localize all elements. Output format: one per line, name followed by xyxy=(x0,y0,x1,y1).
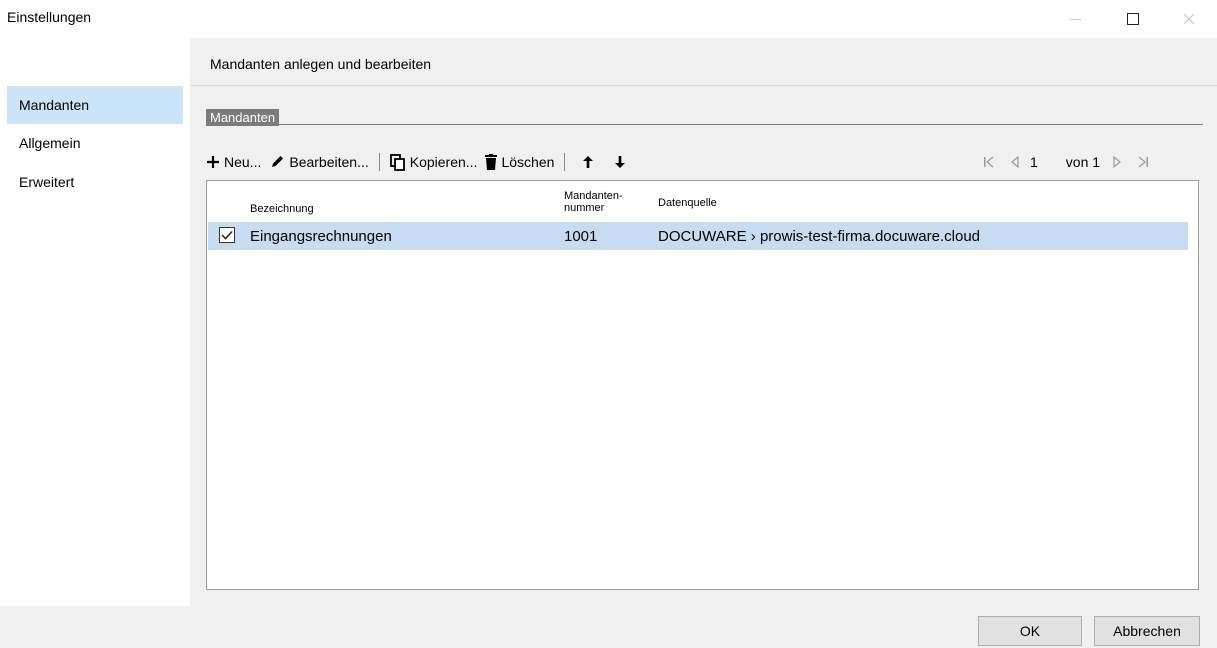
delete-button[interactable]: Löschen xyxy=(485,150,554,174)
toolbar-separator xyxy=(564,153,566,171)
dialog-footer: OK Abbrechen xyxy=(0,606,1217,648)
cell-mandantennummer: 1001 xyxy=(564,228,598,245)
first-page-icon xyxy=(984,156,994,168)
delete-button-label: Löschen xyxy=(501,154,555,170)
column-header-bezeichnung[interactable]: Bezeichnung xyxy=(250,203,314,215)
column-header-mandantennummer[interactable]: Mandanten- nummer xyxy=(564,190,623,214)
page-title: Mandanten anlegen und bearbeiten xyxy=(210,56,432,72)
pager: 1 von 1 xyxy=(982,150,1150,174)
title-bar: Einstellungen xyxy=(0,0,1217,38)
checkmark-icon xyxy=(221,230,233,240)
nav-item-label: Mandanten xyxy=(19,97,90,113)
column-header-line: Mandanten- xyxy=(564,190,623,202)
row-checkbox[interactable] xyxy=(219,227,235,243)
cell-bezeichnung: Eingangsrechnungen xyxy=(250,228,392,245)
close-button[interactable] xyxy=(1166,0,1212,38)
copy-icon xyxy=(389,153,406,171)
nav-item-erweitert[interactable]: Erweitert xyxy=(7,163,183,201)
toolbar-separator xyxy=(378,153,380,171)
new-button-label: Neu... xyxy=(224,154,262,170)
group-divider xyxy=(206,124,1203,125)
maximize-icon xyxy=(1127,13,1139,25)
arrow-up-icon xyxy=(583,156,594,168)
window-title: Einstellungen xyxy=(7,9,92,25)
new-button[interactable]: Neu... xyxy=(206,150,261,174)
grid-header: Bezeichnung Mandanten- nummer Datenquell… xyxy=(207,181,1198,221)
minimize-button[interactable] xyxy=(1052,0,1098,38)
settings-nav: Mandanten Allgemein Erweitert xyxy=(0,38,184,606)
nav-item-allgemein[interactable]: Allgemein xyxy=(7,124,183,162)
last-page-icon xyxy=(1138,156,1149,168)
cell-datenquelle: DOCUWARE › prowis-test-firma.docuware.cl… xyxy=(658,228,981,245)
next-page-icon xyxy=(1113,156,1121,168)
last-page-button[interactable] xyxy=(1136,155,1150,169)
nav-item-label: Allgemein xyxy=(19,135,81,151)
cancel-button[interactable]: Abbrechen xyxy=(1094,616,1200,646)
pencil-icon xyxy=(269,154,285,170)
table-row[interactable]: Eingangsrechnungen 1001 DOCUWARE › prowi… xyxy=(208,222,1188,250)
trash-icon xyxy=(485,154,498,170)
main-panel: Mandanten anlegen und bearbeiten Mandant… xyxy=(190,38,1217,607)
close-icon xyxy=(1183,13,1195,25)
edit-button-label: Bearbeiten... xyxy=(289,154,369,170)
previous-page-button[interactable] xyxy=(1008,155,1022,169)
edit-button[interactable]: Bearbeiten... xyxy=(269,150,369,174)
page-count-label: von 1 xyxy=(1065,154,1101,170)
move-up-button[interactable] xyxy=(583,150,597,174)
column-header-line: nummer xyxy=(564,202,605,214)
nav-item-label: Erweitert xyxy=(19,174,75,190)
arrow-down-icon xyxy=(615,156,626,168)
minimize-icon xyxy=(1069,18,1081,20)
maximize-button[interactable] xyxy=(1110,0,1156,38)
ok-button[interactable]: OK xyxy=(978,616,1082,646)
previous-page-icon xyxy=(1011,156,1019,168)
mandanten-grid[interactable]: Bezeichnung Mandanten- nummer Datenquell… xyxy=(206,180,1199,590)
page-number[interactable]: 1 xyxy=(1030,154,1038,170)
plus-icon xyxy=(206,155,220,169)
nav-item-mandanten[interactable]: Mandanten xyxy=(7,86,183,124)
copy-button[interactable]: Kopieren... xyxy=(389,150,478,174)
first-page-button[interactable] xyxy=(982,155,996,169)
panel-header: Mandanten anlegen und bearbeiten xyxy=(190,38,1217,86)
copy-button-label: Kopieren... xyxy=(409,154,478,170)
next-page-button[interactable] xyxy=(1110,155,1124,169)
column-header-datenquelle[interactable]: Datenquelle xyxy=(658,197,717,209)
move-down-button[interactable] xyxy=(615,150,629,174)
